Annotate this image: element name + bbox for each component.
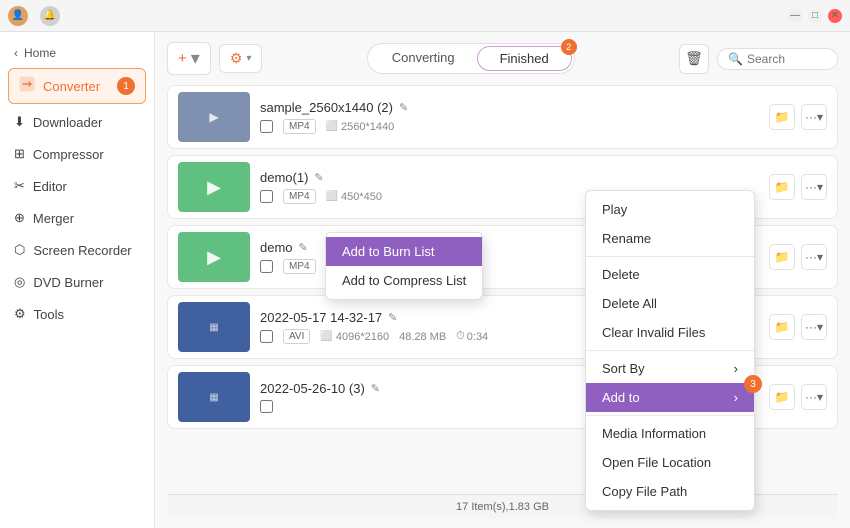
app-body: ‹ Home Converter 1 ⬇ Downloader ⊞ Compre… (0, 32, 850, 528)
dvd-burner-icon: ◎ (14, 274, 25, 290)
menu-item-delete[interactable]: Delete (586, 260, 754, 289)
sidebar: ‹ Home Converter 1 ⬇ Downloader ⊞ Compre… (0, 32, 155, 528)
menu-item-rename[interactable]: Rename (586, 224, 754, 253)
context-menu: Play Rename Delete Delete All Clear Inva… (585, 190, 755, 511)
sidebar-item-converter[interactable]: Converter 1 (8, 68, 146, 104)
menu-item-play[interactable]: Play (586, 195, 754, 224)
sidebar-item-compressor[interactable]: ⊞ Compressor (0, 138, 154, 170)
menu-item-clear-invalid[interactable]: Clear Invalid Files (586, 318, 754, 347)
sidebar-item-tools[interactable]: ⚙ Tools (0, 298, 154, 330)
sidebar-item-screen-recorder[interactable]: ⬡ Screen Recorder (0, 234, 154, 266)
sidebar-item-label: Compressor (33, 147, 104, 162)
menu-item-copy-path[interactable]: Copy File Path (586, 477, 754, 506)
chevron-right-icon: › (734, 361, 738, 376)
sidebar-item-label: Downloader (33, 115, 102, 130)
sidebar-item-downloader[interactable]: ⬇ Downloader (0, 106, 154, 138)
user-icon: 👤 (8, 6, 28, 26)
sidebar-item-label: Screen Recorder (33, 243, 131, 258)
menu-separator (586, 256, 754, 257)
sidebar-item-label: Editor (33, 179, 67, 194)
converter-badge: 1 (117, 77, 135, 95)
context-menu-overlay[interactable]: Play Rename Delete Delete All Clear Inva… (155, 32, 850, 528)
minimize-button[interactable]: — (788, 9, 802, 23)
screen-recorder-icon: ⬡ (14, 242, 25, 258)
sidebar-item-dvd-burner[interactable]: ◎ DVD Burner (0, 266, 154, 298)
chevron-right-icon: › (734, 390, 738, 405)
menu-item-delete-all[interactable]: Delete All (586, 289, 754, 318)
sidebar-item-label: Merger (33, 211, 74, 226)
menu-separator (586, 415, 754, 416)
submenu-item-compress-list[interactable]: Add to Compress List (326, 266, 482, 295)
main-content: + ▾ ⚙ ▾ Converting Finished 2 (155, 32, 850, 528)
title-bar: 👤 🔔 — □ ✕ (0, 0, 850, 32)
editor-icon: ✂ (14, 178, 25, 194)
maximize-button[interactable]: □ (808, 9, 822, 23)
downloader-icon: ⬇ (14, 114, 25, 130)
back-arrow-icon: ‹ (14, 46, 18, 60)
back-label: Home (24, 46, 56, 60)
menu-item-media-info[interactable]: Media Information (586, 419, 754, 448)
converter-icon (19, 76, 35, 96)
sidebar-item-label: Tools (34, 307, 64, 322)
sidebar-item-merger[interactable]: ⊕ Merger (0, 202, 154, 234)
title-bar-icons: 👤 🔔 (8, 6, 60, 26)
sidebar-item-editor[interactable]: ✂ Editor (0, 170, 154, 202)
menu-item-sort-by[interactable]: Sort By › (586, 354, 754, 383)
menu-item-open-location[interactable]: Open File Location (586, 448, 754, 477)
merger-icon: ⊕ (14, 210, 25, 226)
compressor-icon: ⊞ (14, 146, 25, 162)
submenu-add-to: Add to Burn List Add to Compress List (325, 232, 483, 300)
close-button[interactable]: ✕ (828, 9, 842, 23)
submenu-item-burn-list[interactable]: Add to Burn List (326, 237, 482, 266)
add-to-badge: 3 (744, 375, 762, 393)
sidebar-item-label: Converter (43, 79, 100, 94)
menu-separator (586, 350, 754, 351)
tools-icon: ⚙ (14, 306, 26, 322)
sidebar-back-button[interactable]: ‹ Home (0, 40, 154, 66)
sidebar-item-label: DVD Burner (33, 275, 103, 290)
menu-item-add-to[interactable]: Add to › 3 (586, 383, 754, 412)
bell-icon: 🔔 (40, 6, 60, 26)
